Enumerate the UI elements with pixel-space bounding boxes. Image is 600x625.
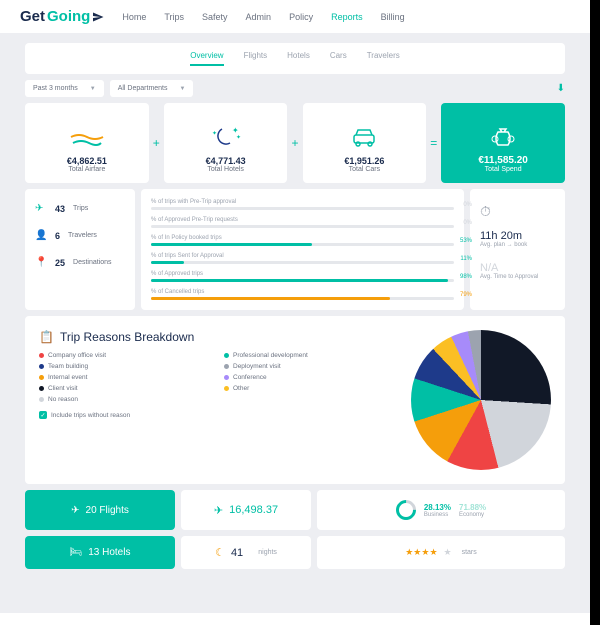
department-select[interactable]: All Departments▼ [110,80,194,97]
nav-home[interactable]: Home [122,12,146,22]
total-cars-card: €1,951.26 Total Cars [303,103,427,183]
subtab-hotels[interactable]: Hotels [287,51,310,66]
policy-bar: % of Approved trips98% [151,271,454,282]
subtab-flights[interactable]: Flights [244,51,268,66]
legend-item: Team building [39,363,216,370]
plane-outline-icon: ✈ [214,504,223,517]
car-icon [346,125,382,149]
total-hotels-card: ✦✦✦ €4,771.43 Total Hotels [164,103,288,183]
nav-safety[interactable]: Safety [202,12,228,22]
policy-bars-card: % of trips with Pre-Trip approval0% % of … [141,189,464,310]
money-bag-icon [490,125,516,147]
svg-text:✦: ✦ [232,126,239,135]
include-no-reason-checkbox[interactable]: ✓ Include trips without reason [39,411,401,419]
legend-item: Conference [224,374,401,381]
policy-bar: % of In Policy booked trips53% [151,235,454,246]
nights-card: ☾41 nights [181,536,311,569]
logo: GetGoing [20,8,104,25]
hotels-summary-card[interactable]: 🛏13 Hotels [25,536,175,569]
legend-item: No reason [39,396,216,403]
total-airfare-card: €4,862.51 Total Airfare [25,103,149,183]
legend-item: Deployment visit [224,363,401,370]
nav-billing[interactable]: Billing [381,12,405,22]
bed-icon: 🛏 [70,547,83,558]
trip-reasons-pie-chart [411,330,551,470]
svg-text:✦: ✦ [212,130,217,137]
checkbox-checked-icon: ✓ [39,411,47,419]
plane-icon: ✈ [71,505,79,516]
nav-admin[interactable]: Admin [246,12,272,22]
period-select[interactable]: Past 3 months▼ [25,80,104,97]
policy-bar: % of Cancelled trips79% [151,289,454,300]
flights-summary-card[interactable]: ✈20 Flights [25,490,175,530]
equals-icon: = [430,136,437,150]
timing-card: ⏱ 11h 20m Avg. plan → book N/A Avg. Time… [470,189,565,310]
plus-icon: + [291,136,298,150]
stopwatch-icon: ⏱ [480,203,555,220]
chevron-down-icon: ▼ [90,86,96,92]
trip-reasons-card: 📋Trip Reasons Breakdown Company office v… [25,316,565,484]
moon-icon: ✦✦✦ [208,125,244,149]
paper-plane-icon [92,11,104,23]
subtab-travelers[interactable]: Travelers [367,51,400,66]
plane-icon: ✈ [35,203,47,214]
nav-trips[interactable]: Trips [164,12,184,22]
legend-item: Company office visit [39,352,216,359]
top-nav: GetGoing Home Trips Safety Admin Policy Repor… [0,0,590,33]
list-icon: 📋 [39,330,54,344]
policy-bar: % of Approved Pre-Trip requests0% [151,217,454,228]
airplane-icon [69,125,105,149]
stars-card: ★★★★★stars [317,536,565,569]
policy-bar: % of trips Sent for Approval11% [151,253,454,264]
legend-item: Professional development [224,352,401,359]
chevron-down-icon: ▼ [180,86,186,92]
legend-item: Internal event [39,374,216,381]
class-donut-icon [392,496,420,524]
person-icon: 👤 [35,230,47,241]
legend-item: Other [224,385,401,392]
plus-icon: + [153,136,160,150]
download-icon[interactable]: ⬇ [557,83,565,94]
total-spend-card: €11,585.20 Total Spend [441,103,565,183]
pin-icon: 📍 [35,257,47,268]
nav-reports[interactable]: Reports [331,12,363,22]
subtab-overview[interactable]: Overview [190,51,223,66]
legend-item: Client visit [39,385,216,392]
flights-cost-card: ✈16,498.37 [181,490,311,530]
flight-class-card: 28.13%Business 71.88%Economy [317,490,565,530]
subtab-cars[interactable]: Cars [330,51,347,66]
report-subtabs: Overview Flights Hotels Cars Travelers [25,43,565,74]
moon-icon: ☾ [215,546,225,559]
svg-text:✦: ✦ [236,134,241,141]
star-icon: ★★★★ [405,547,437,558]
nav-policy[interactable]: Policy [289,12,313,22]
policy-bar: % of trips with Pre-Trip approval0% [151,199,454,210]
stats-card: ✈43Trips 👤6Travelers 📍25Destinations [25,189,135,310]
